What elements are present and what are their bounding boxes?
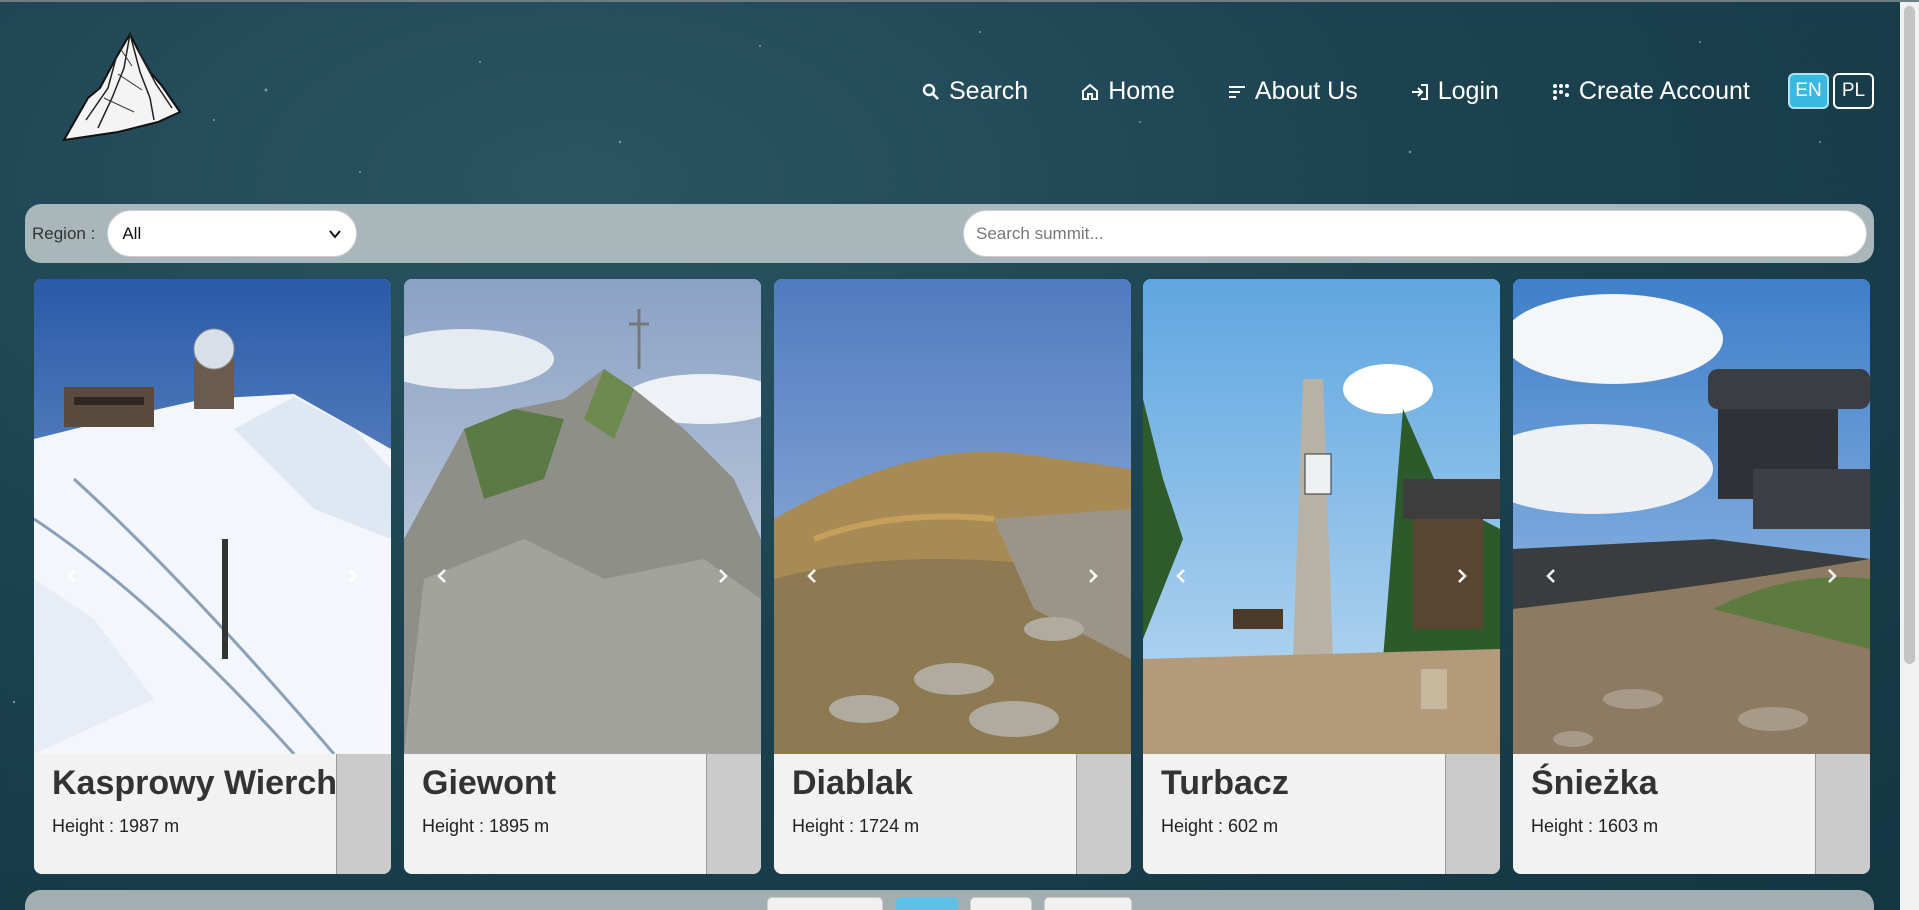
login-icon [1411,83,1428,100]
summit-info: Śnieżka Height : 1603 m [1513,754,1815,874]
summit-info: Kasprowy Wierch Height : 1987 m [34,754,337,874]
region-select[interactable]: All [107,210,358,257]
dots-grid-icon [1552,83,1569,100]
home-icon [1082,83,1099,100]
summit-name: Diablak [792,764,913,802]
region-label: Region : [32,223,96,243]
summit-photo [404,279,761,754]
chevron-down-icon [329,229,342,239]
summit-name: Kasprowy Wierch [52,764,337,802]
card-side-panel [706,754,761,874]
summit-height: Height : 1724 m [792,816,920,836]
summit-photo [1143,279,1500,754]
summit-height: Height : 1987 m [52,816,180,836]
nav-create-account-label: Create Account [1578,77,1750,105]
carousel-next-icon[interactable] [343,566,363,586]
carousel-prev-icon[interactable] [62,566,82,586]
language-switcher: EN PL [1788,73,1874,109]
carousel-next-icon[interactable] [713,566,733,586]
summit-name: Giewont [422,764,557,802]
carousel-prev-icon[interactable] [1541,566,1561,586]
carousel-prev-icon[interactable] [432,566,452,586]
carousel-next-icon[interactable] [1452,566,1472,586]
summit-info: Diablak Height : 1724 m [774,754,1076,874]
nav-about[interactable]: About Us [1227,77,1358,106]
card-side-panel [1076,754,1131,874]
mountain-logo[interactable] [58,28,184,148]
summit-card[interactable]: Diablak Height : 1724 m [774,279,1131,874]
lang-en-button[interactable]: EN [1788,73,1829,109]
summit-photo [1513,279,1870,754]
carousel-prev-icon[interactable] [802,566,822,586]
summit-card[interactable]: Giewont Height : 1895 m [404,279,761,874]
pagination-bar [25,890,1874,910]
summit-info: Giewont Height : 1895 m [404,754,706,874]
carousel-next-icon[interactable] [1083,566,1103,586]
nav-login-label: Login [1437,77,1499,105]
page-scrollbar[interactable] [1900,2,1919,910]
main-nav: Search Home About Us Login Create Accoun… [921,77,1802,106]
summit-name: Turbacz [1161,764,1289,802]
region-select-value: All [122,223,142,243]
summit-height: Height : 1895 m [422,816,550,836]
summit-card[interactable]: Śnieżka Height : 1603 m [1513,279,1870,874]
card-side-panel [336,754,391,874]
summit-name: Śnieżka [1531,764,1658,802]
summit-height: Height : 1603 m [1531,816,1659,836]
summit-photo [34,279,391,754]
summit-search-input[interactable] [963,210,1867,257]
card-side-panel [1815,754,1870,874]
search-icon [922,83,939,100]
lang-pl-button[interactable]: PL [1833,73,1874,109]
menu-lines-icon [1228,85,1245,98]
nav-login[interactable]: Login [1410,77,1499,106]
carousel-next-icon[interactable] [1822,566,1842,586]
page-next-button[interactable] [1044,897,1132,910]
summit-photo [774,279,1131,754]
page-2-button[interactable] [970,897,1032,910]
carousel-prev-icon[interactable] [1171,566,1191,586]
page-1-button[interactable] [896,897,958,910]
page-prev-button[interactable] [767,897,883,910]
filter-bar: Region : All [25,204,1874,263]
nav-search-label: Search [949,77,1029,105]
summit-height: Height : 602 m [1161,816,1279,836]
nav-search[interactable]: Search [921,77,1028,106]
nav-home-label: Home [1108,77,1175,105]
summit-card[interactable]: Turbacz Height : 602 m [1143,279,1500,874]
nav-home[interactable]: Home [1080,77,1175,106]
summit-info: Turbacz Height : 602 m [1143,754,1445,874]
nav-create-account[interactable]: Create Account [1551,77,1750,106]
scrollbar-thumb[interactable] [1904,6,1915,664]
card-side-panel [1445,754,1500,874]
summit-card[interactable]: Kasprowy Wierch Height : 1987 m [34,279,391,874]
nav-about-label: About Us [1254,77,1358,105]
